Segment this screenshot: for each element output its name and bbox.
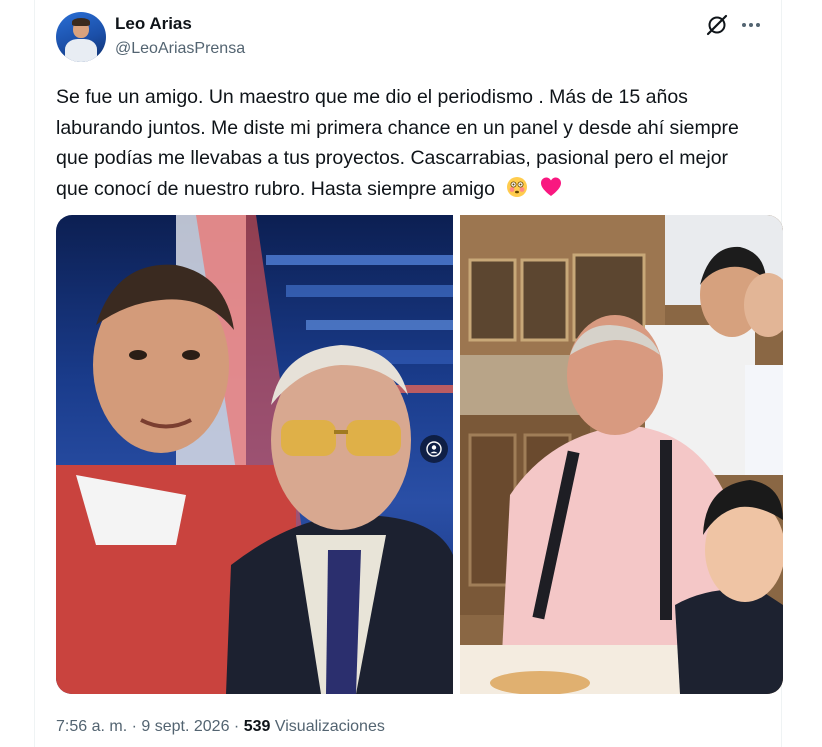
media-grid xyxy=(56,215,783,694)
post-date[interactable]: 9 sept. 2026 xyxy=(141,718,229,735)
flushed-face-icon xyxy=(506,176,528,208)
red-heart-icon xyxy=(540,176,562,208)
avatar[interactable] xyxy=(56,12,106,62)
post-time[interactable]: 7:56 a. m. xyxy=(56,718,127,735)
person-icon[interactable] xyxy=(420,435,448,463)
meta-separator: · xyxy=(131,718,137,735)
post-meta: 7:56 a. m. · 9 sept. 2026 · 539 Visualiz… xyxy=(56,717,385,737)
meta-separator: · xyxy=(233,718,240,735)
author-name[interactable]: Leo Arias xyxy=(115,14,192,34)
photo-studio-selfie[interactable] xyxy=(56,215,453,694)
more-dot xyxy=(749,23,753,27)
views-count: 539 xyxy=(243,718,271,735)
views-label: Visualizaciones xyxy=(274,718,385,735)
more-icon[interactable] xyxy=(738,12,764,38)
post-text: Se fue un amigo. Un maestro que me dio e… xyxy=(56,82,761,207)
more-dot xyxy=(742,23,746,27)
post-text-body: Se fue un amigo. Un maestro que me dio e… xyxy=(56,86,739,200)
more-dot xyxy=(756,23,760,27)
avatar-hair xyxy=(72,18,90,26)
author-handle[interactable]: @LeoAriasPrensa xyxy=(115,39,245,59)
photo-kitchen-family[interactable] xyxy=(460,215,783,694)
avatar-body xyxy=(65,39,97,62)
grok-icon[interactable] xyxy=(704,12,730,38)
